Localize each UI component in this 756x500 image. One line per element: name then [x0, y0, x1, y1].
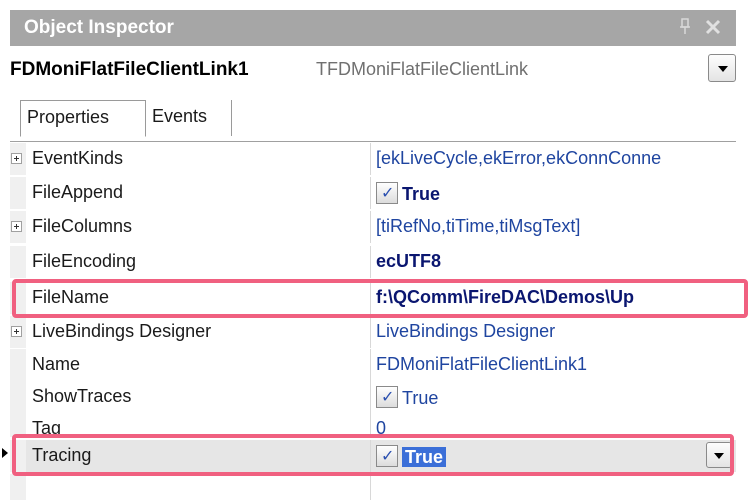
current-row-indicator-icon	[2, 448, 8, 458]
property-row-fileencoding[interactable]: FileEncoding ecUTF8	[10, 246, 736, 278]
property-name: FileAppend	[32, 182, 124, 202]
pin-icon[interactable]	[678, 18, 692, 36]
column-divider	[370, 413, 371, 437]
checkbox[interactable]: ✓	[376, 182, 398, 204]
tab-properties[interactable]: Properties	[20, 100, 146, 137]
property-row-tag[interactable]: Tag 0	[10, 413, 736, 437]
property-name: FileEncoding	[32, 251, 137, 271]
property-value[interactable]: f:\QComm\FireDAC\Demos\Up	[376, 287, 736, 308]
checkbox[interactable]: ✓	[376, 386, 398, 408]
component-type: TFDMoniFlatFileClientLink	[316, 59, 529, 79]
property-value[interactable]: 0	[376, 418, 736, 437]
tab-strip: Properties Events	[10, 94, 736, 142]
row-gutter	[10, 282, 26, 314]
property-value[interactable]: ✓ True	[376, 386, 736, 409]
row-gutter	[10, 316, 26, 348]
row-gutter	[10, 246, 26, 278]
component-selector[interactable]: FDMoniFlatFileClientLink1 TFDMoniFlatFil…	[10, 54, 736, 86]
expand-plus-icon[interactable]	[11, 153, 22, 164]
property-value[interactable]: [tiRefNo,tiTime,tiMsgText]	[376, 216, 736, 237]
property-row-name[interactable]: Name FDMoniFlatFileClientLink1	[10, 349, 736, 381]
row-gutter	[10, 440, 26, 472]
property-name: ShowTraces	[32, 386, 132, 406]
property-name: Name	[32, 354, 81, 374]
component-dropdown-button[interactable]	[708, 54, 736, 82]
row-gutter	[10, 474, 26, 500]
property-value-text: True	[402, 447, 447, 467]
value-dropdown-button[interactable]	[706, 442, 732, 468]
column-divider	[370, 282, 371, 314]
column-divider	[370, 177, 371, 209]
row-gutter	[10, 349, 26, 381]
column-divider	[370, 211, 371, 243]
property-row-filecolumns[interactable]: FileColumns [tiRefNo,tiTime,tiMsgText]	[10, 211, 736, 243]
property-value[interactable]: ecUTF8	[376, 251, 736, 272]
checkbox[interactable]: ✓	[376, 445, 398, 467]
property-value[interactable]: ✓ True	[376, 182, 736, 205]
row-gutter	[10, 211, 26, 243]
property-row-showtraces[interactable]: ShowTraces ✓ True	[10, 381, 736, 413]
title-bar: Object Inspector	[10, 10, 736, 46]
checkmark-icon: ✓	[381, 446, 395, 465]
property-row-eventkinds[interactable]: EventKinds [ekLiveCycle,ekError,ekConnCo…	[10, 143, 736, 175]
property-value[interactable]: ✓ True	[376, 445, 736, 468]
column-divider	[370, 474, 371, 500]
column-divider	[370, 349, 371, 381]
expand-plus-icon[interactable]	[11, 326, 22, 337]
property-value-text: True	[402, 184, 441, 204]
property-name: FileColumns	[32, 216, 133, 236]
property-name: FileName	[32, 287, 110, 307]
column-divider	[370, 440, 371, 472]
property-value-text: True	[402, 388, 439, 408]
row-gutter	[10, 177, 26, 209]
property-row-livebindings-designer[interactable]: LiveBindings Designer LiveBindings Desig…	[10, 316, 736, 348]
property-name: EventKinds	[32, 148, 124, 168]
expand-plus-icon[interactable]	[11, 221, 22, 232]
component-name: FDMoniFlatFileClientLink1	[10, 59, 249, 80]
column-divider	[370, 246, 371, 278]
close-icon[interactable]	[704, 18, 722, 36]
property-name: LiveBindings Designer	[32, 321, 212, 341]
property-value[interactable]: LiveBindings Designer	[376, 321, 736, 342]
column-divider	[370, 381, 371, 413]
property-value[interactable]: FDMoniFlatFileClientLink1	[376, 354, 736, 375]
property-name: Tracing	[32, 445, 92, 465]
property-name: Tag	[32, 418, 62, 437]
row-gutter	[10, 413, 26, 437]
row-gutter	[10, 143, 26, 175]
property-row-tracing[interactable]: Tracing ✓ True	[2, 440, 736, 472]
tab-events[interactable]: Events	[146, 100, 232, 136]
property-row-fileappend[interactable]: FileAppend ✓ True	[10, 177, 736, 209]
column-divider	[370, 143, 371, 175]
property-grid: EventKinds [ekLiveCycle,ekError,ekConnCo…	[2, 143, 736, 500]
checkmark-icon: ✓	[381, 387, 395, 406]
row-gutter	[10, 381, 26, 413]
property-row-empty	[10, 474, 736, 500]
window-title: Object Inspector	[24, 17, 174, 38]
checkmark-icon: ✓	[381, 183, 395, 202]
column-divider	[370, 316, 371, 348]
chevron-down-icon	[718, 66, 728, 72]
property-value[interactable]: [ekLiveCycle,ekError,ekConnConne	[376, 148, 736, 169]
property-row-filename[interactable]: FileName f:\QComm\FireDAC\Demos\Up	[10, 282, 736, 314]
chevron-down-icon	[714, 453, 724, 459]
